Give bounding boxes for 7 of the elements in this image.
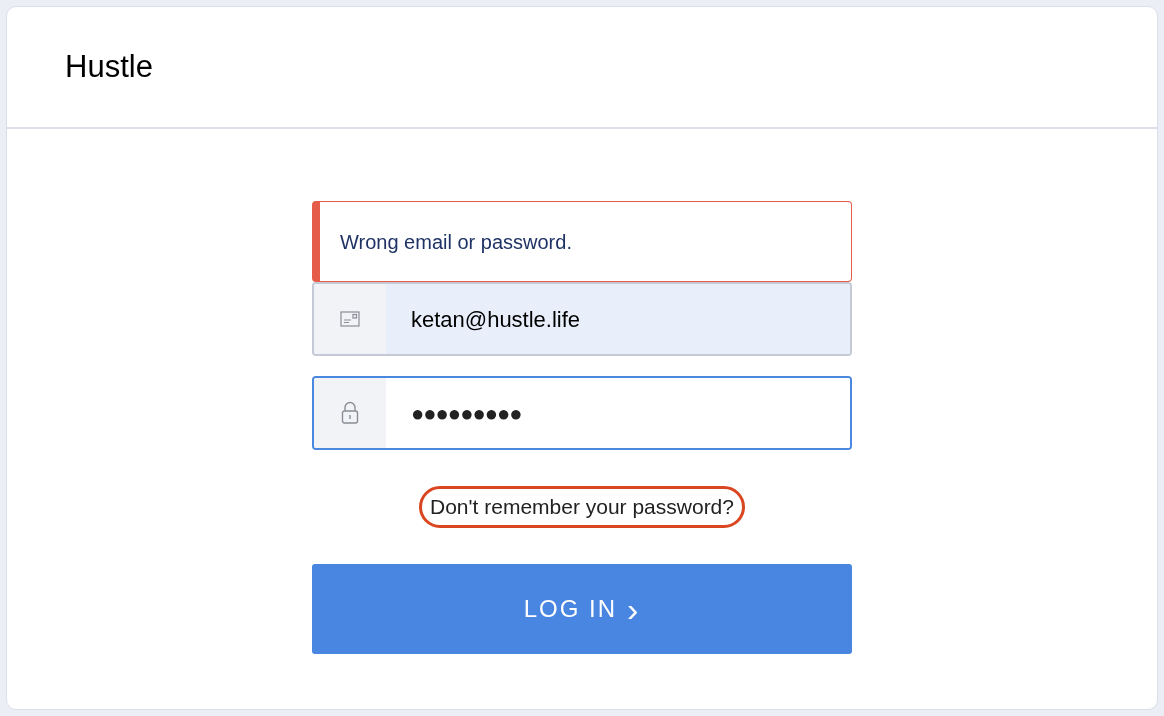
- lock-icon: [341, 401, 359, 425]
- email-field[interactable]: ketan@hustle.life: [312, 282, 852, 356]
- app-title: Hustle: [65, 47, 153, 86]
- login-button[interactable]: LOG IN ›: [312, 563, 852, 654]
- password-field[interactable]: ●●●●●●●●●: [312, 376, 852, 450]
- forgot-password-link[interactable]: Don't remember your password?: [419, 486, 745, 528]
- envelope-icon: [340, 311, 360, 327]
